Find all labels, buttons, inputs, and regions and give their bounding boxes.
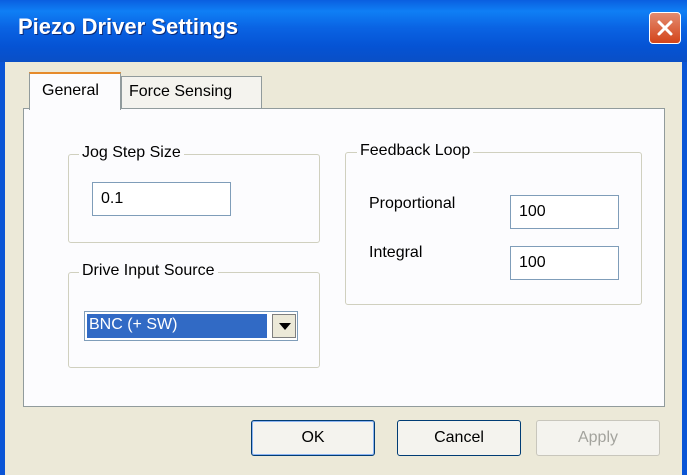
drive-input-source-dropdown[interactable]: BNC (+ SW)	[84, 311, 298, 341]
dialog-window: Piezo Driver Settings General Force Sens…	[0, 0, 687, 475]
window-title: Piezo Driver Settings	[18, 14, 239, 39]
window-border-left	[0, 62, 5, 475]
drive-input-source-selected: BNC (+ SW)	[87, 314, 267, 338]
tab-general[interactable]: General	[29, 72, 121, 110]
jog-step-size-field[interactable]: 0.1	[92, 182, 231, 216]
proportional-field[interactable]: 100	[510, 195, 619, 229]
close-icon	[657, 20, 673, 36]
window-border-right	[682, 62, 687, 475]
dropdown-button[interactable]	[272, 314, 296, 338]
ok-button[interactable]: OK	[251, 420, 375, 456]
apply-button[interactable]: Apply	[536, 420, 660, 456]
integral-field[interactable]: 100	[510, 246, 619, 280]
tab-general-label: General	[42, 82, 99, 99]
cancel-button[interactable]: Cancel	[397, 420, 521, 456]
jog-step-size-legend: Jog Step Size	[79, 144, 184, 162]
feedback-loop-legend: Feedback Loop	[357, 142, 474, 160]
tab-force-sensing[interactable]: Force Sensing	[121, 76, 262, 108]
drive-input-source-legend: Drive Input Source	[79, 262, 218, 280]
tab-panel-general: Jog Step Size 0.1 Feedback Loop Proporti…	[23, 108, 665, 407]
tab-force-sensing-label: Force Sensing	[129, 83, 233, 100]
chevron-down-icon	[279, 323, 291, 330]
integral-label: Integral	[369, 244, 423, 261]
proportional-label: Proportional	[369, 195, 456, 212]
title-bar[interactable]: Piezo Driver Settings	[0, 0, 687, 62]
close-button[interactable]	[649, 12, 681, 44]
